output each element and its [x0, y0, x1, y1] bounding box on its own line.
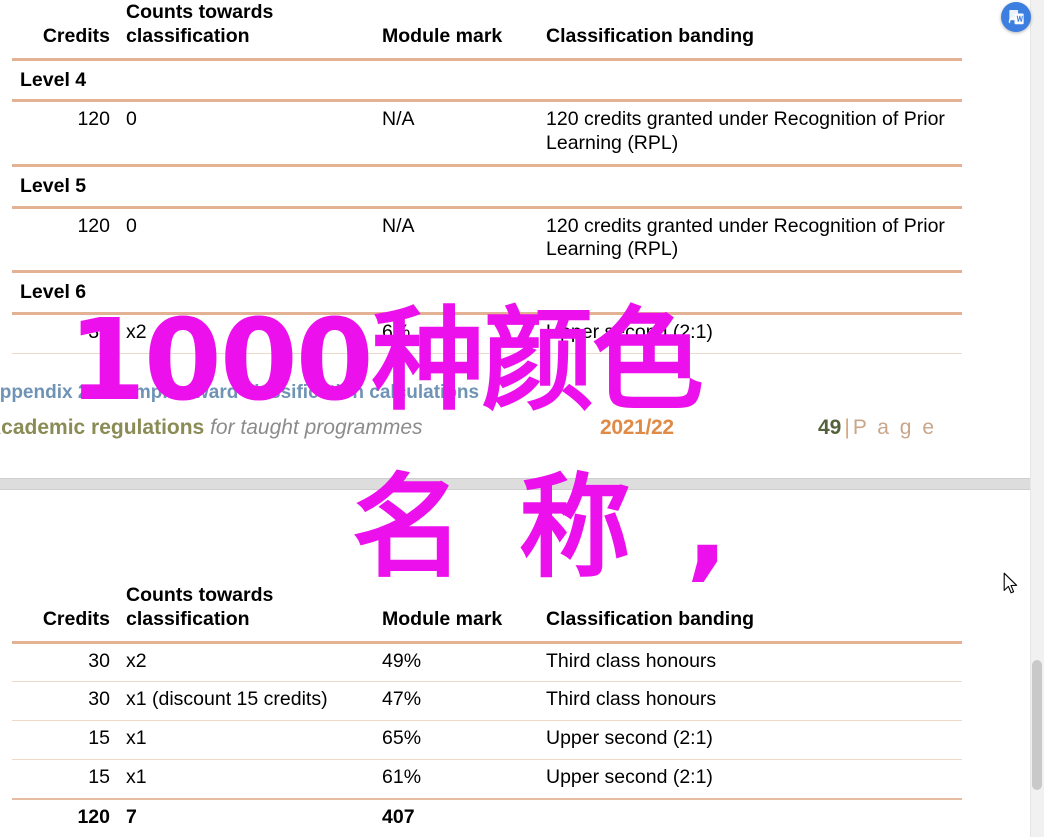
- cell-banding: Third class honours: [538, 681, 962, 722]
- cell-counts: x1: [118, 720, 374, 760]
- header-classification-banding: Classification banding: [538, 0, 962, 61]
- header-module-mark: Module mark: [374, 0, 538, 61]
- level-heading-row: Level 6: [12, 271, 962, 316]
- cell-module-mark: 47%: [374, 681, 538, 722]
- table-row: 15 x1 61% Upper second (2:1): [12, 759, 962, 800]
- footer-page-word: P a g e: [852, 416, 937, 439]
- table-header-row: Credits Counts towards classification Mo…: [12, 0, 962, 61]
- cell-banding: Upper second (2:1): [538, 720, 962, 760]
- table-header-row: Credits Counts towards classification Mo…: [12, 578, 962, 644]
- cell-counts: x1 (discount 15 credits): [118, 681, 374, 722]
- cell-credits: 15: [12, 720, 118, 760]
- table-row: 30 x1 (discount 15 credits) 47% Third cl…: [12, 681, 962, 722]
- vertical-scrollbar[interactable]: [1030, 0, 1044, 837]
- table-row: 120 0 N/A 120 credits granted under Reco…: [12, 207, 962, 274]
- footer-page-number: 49: [818, 416, 842, 439]
- cell-credits: 120: [12, 207, 118, 274]
- cell-banding: Upper second (2:1): [538, 313, 962, 354]
- footer-regulations-italic: for taught programmes: [204, 416, 423, 439]
- cell-total-banding: [538, 799, 962, 837]
- convert-to-word-button[interactable]: [1001, 2, 1031, 32]
- footer-page-separator: |: [844, 416, 850, 439]
- cell-banding: 120 credits granted under Recognition of…: [538, 100, 962, 167]
- cell-banding: Third class honours: [538, 642, 962, 683]
- table-row: 30 x2 49% Third class honours: [12, 642, 962, 683]
- document-page-bottom: Credits Counts towards classification Mo…: [0, 490, 1030, 837]
- header-credits: Credits: [12, 578, 118, 644]
- cell-credits: 30: [12, 642, 118, 683]
- table-total-row: 120 7 407: [12, 799, 962, 837]
- cell-counts: x2: [118, 313, 374, 354]
- cell-banding: 120 credits granted under Recognition of…: [538, 207, 962, 274]
- classification-table-top: Credits Counts towards classification Mo…: [12, 0, 962, 354]
- header-classification-banding: Classification banding: [538, 578, 962, 644]
- cell-module-mark: 65%: [374, 720, 538, 760]
- cell-counts: x1: [118, 759, 374, 800]
- classification-table-bottom: Credits Counts towards classification Mo…: [12, 578, 962, 837]
- document-page-top: Credits Counts towards classification Mo…: [0, 0, 1030, 478]
- cell-total-counts: 7: [126, 805, 137, 828]
- document-viewer: Credits Counts towards classification Mo…: [0, 0, 1044, 837]
- cell-total-mark: 407: [382, 805, 415, 828]
- cell-banding: Upper second (2:1): [538, 759, 962, 800]
- level-label-5: Level 5: [12, 165, 962, 209]
- header-counts-towards-classification: Counts towards classification: [118, 578, 374, 644]
- footer-regulations-bold: Academic regulations: [0, 416, 205, 439]
- cell-module-mark: N/A: [374, 100, 538, 167]
- footer-page-indicator: 49 | P a g e: [818, 416, 937, 440]
- table-row: 15 x1 65% Upper second (2:1): [12, 720, 962, 760]
- cell-module-mark: 61%: [374, 759, 538, 800]
- footer-regulations: Academic regulations for taught programm…: [0, 416, 423, 440]
- table-row: 30 x2 6% Upper second (2:1): [12, 313, 962, 354]
- header-module-mark: Module mark: [374, 578, 538, 644]
- level-heading-row: Level 5: [12, 165, 962, 209]
- footer-academic-year: 2021/22: [600, 416, 674, 439]
- header-credits: Credits: [12, 0, 118, 61]
- mouse-cursor: [1003, 572, 1018, 594]
- page-separator-gap: [0, 478, 1030, 490]
- cell-module-mark: 49%: [374, 642, 538, 683]
- level-label-4: Level 4: [12, 59, 962, 103]
- table-row: 120 0 N/A 120 credits granted under Reco…: [12, 100, 962, 167]
- cell-module-mark: 6%: [374, 313, 538, 354]
- cell-credits: 120: [12, 100, 118, 167]
- level-label-6: Level 6: [12, 271, 962, 316]
- cell-credits: 30: [12, 681, 118, 722]
- header-counts-towards-classification: Counts towards classification: [118, 0, 374, 61]
- cell-credits: 15: [12, 759, 118, 800]
- cell-counts: 0: [118, 207, 374, 274]
- word-document-icon: [1008, 9, 1024, 24]
- scrollbar-thumb[interactable]: [1032, 660, 1042, 790]
- level-heading-row: Level 4: [12, 59, 962, 103]
- footer-appendix-link[interactable]: Appendix 2: Example award classification…: [0, 382, 479, 404]
- cell-total-credits: 120: [77, 805, 110, 828]
- cell-credits: 30: [12, 313, 118, 354]
- cell-counts: x2: [118, 642, 374, 683]
- cell-counts: 0: [118, 100, 374, 167]
- cell-module-mark: N/A: [374, 207, 538, 274]
